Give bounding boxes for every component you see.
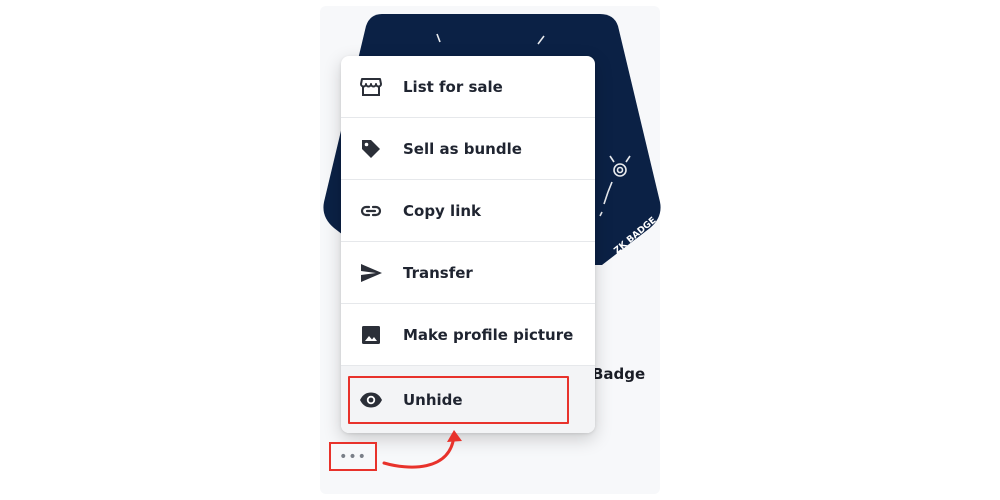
menu-item-copy-link[interactable]: Copy link bbox=[341, 180, 595, 242]
menu-item-label: Sell as bundle bbox=[403, 139, 522, 158]
link-icon bbox=[359, 199, 383, 223]
menu-item-make-profile-picture[interactable]: Make profile picture bbox=[341, 304, 595, 366]
menu-item-label: Copy link bbox=[403, 201, 481, 220]
menu-item-list-for-sale[interactable]: List for sale bbox=[341, 56, 595, 118]
tag-icon bbox=[359, 137, 383, 161]
more-options-label: ••• bbox=[339, 448, 367, 465]
menu-item-label: Transfer bbox=[403, 263, 473, 282]
unhide-highlight-box bbox=[348, 376, 569, 424]
image-icon bbox=[359, 323, 383, 347]
send-icon bbox=[359, 261, 383, 285]
storefront-icon bbox=[359, 75, 383, 99]
menu-item-label: List for sale bbox=[403, 77, 503, 96]
menu-item-transfer[interactable]: Transfer bbox=[341, 242, 595, 304]
annotation-arrow bbox=[382, 430, 462, 469]
card-title: Badge bbox=[592, 365, 646, 383]
more-options-button[interactable]: ••• bbox=[329, 442, 377, 471]
menu-item-label: Make profile picture bbox=[403, 325, 574, 344]
menu-item-sell-as-bundle[interactable]: Sell as bundle bbox=[341, 118, 595, 180]
